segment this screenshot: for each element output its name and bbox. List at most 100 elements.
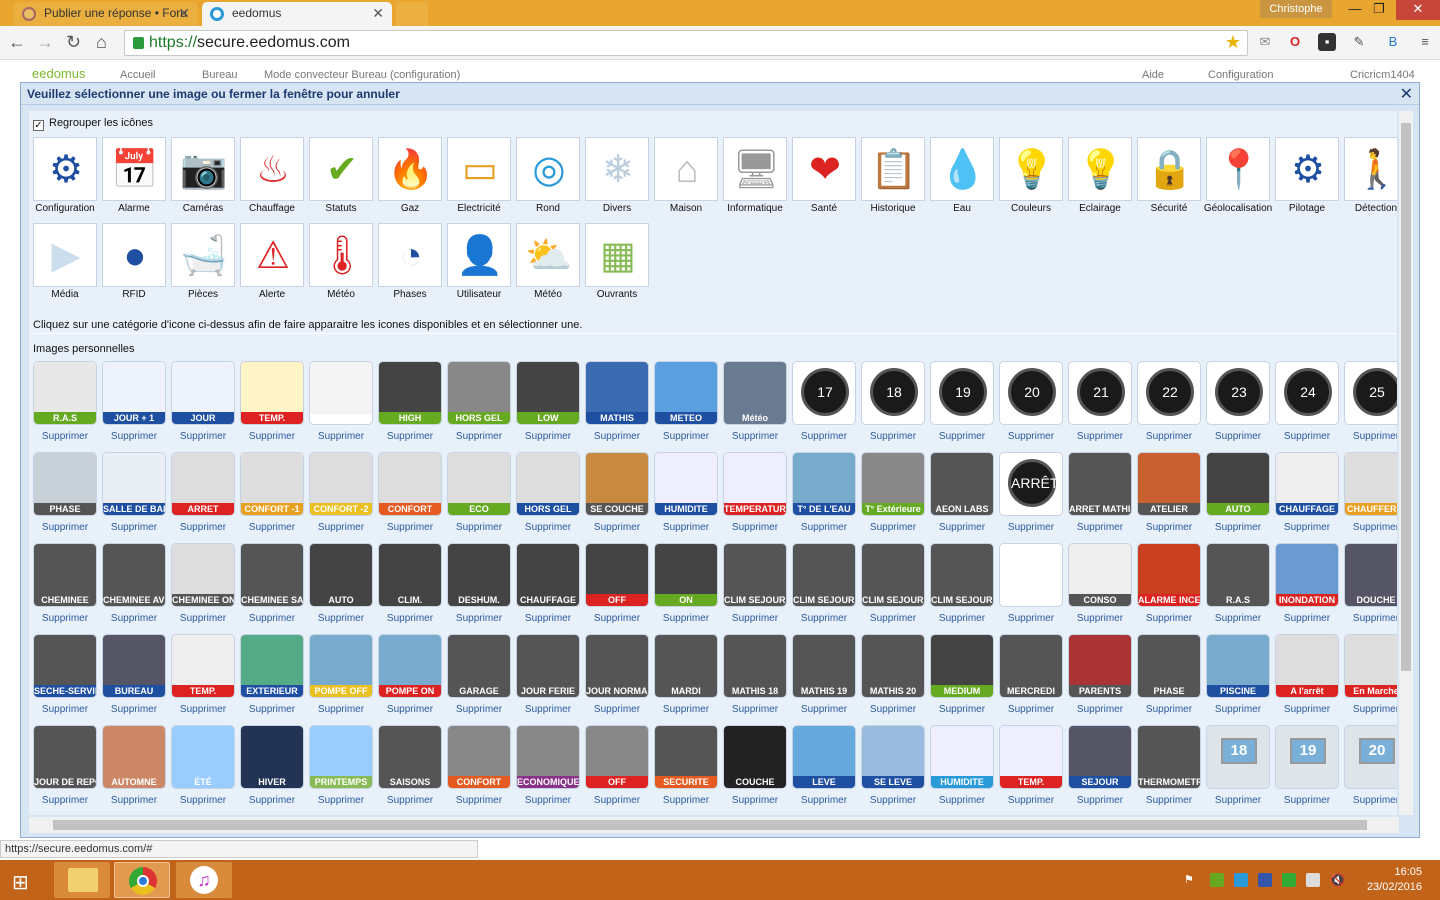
- bookmark-star-icon[interactable]: ★: [1225, 32, 1241, 53]
- delete-link[interactable]: Supprimer: [1200, 795, 1276, 806]
- personal-image[interactable]: MARDI Supprimer: [654, 634, 718, 715]
- personal-image[interactable]: MATHIS 20 Supprimer: [861, 634, 925, 715]
- category-thumbnail[interactable]: 🚶: [1344, 137, 1397, 201]
- image-tile[interactable]: ATELIER: [1137, 452, 1201, 516]
- image-tile[interactable]: HIVER: [240, 725, 304, 789]
- image-tile[interactable]: 22: [1137, 361, 1201, 425]
- category-25[interactable]: 🌡 Météo: [309, 223, 373, 303]
- image-tile[interactable]: PISCINE: [1206, 634, 1270, 698]
- category-6[interactable]: 🔥 Gaz: [378, 137, 442, 217]
- personal-image[interactable]: R.A.S Supprimer: [1206, 543, 1270, 624]
- personal-image[interactable]: En Marche Supprimer: [1344, 634, 1397, 715]
- image-tile[interactable]: 19: [1275, 725, 1339, 789]
- delete-link[interactable]: Supprimer: [579, 431, 655, 442]
- category-2[interactable]: 📅 Alarme: [102, 137, 166, 217]
- category-thumbnail[interactable]: 🌡: [309, 223, 373, 287]
- delete-link[interactable]: Supprimer: [29, 431, 103, 442]
- image-tile[interactable]: CHEMINEE SANS MATHIS: [240, 543, 304, 607]
- category-thumbnail[interactable]: ▦: [585, 223, 649, 287]
- image-tile[interactable]: TEMP.: [999, 725, 1063, 789]
- delete-link[interactable]: Supprimer: [993, 613, 1069, 624]
- image-tile[interactable]: SAISONS: [378, 725, 442, 789]
- image-tile[interactable]: 20: [999, 361, 1063, 425]
- personal-image[interactable]: R.A.S Supprimer: [33, 361, 97, 442]
- personal-image[interactable]: ATELIER Supprimer: [1137, 452, 1201, 533]
- image-tile[interactable]: AUTO: [309, 543, 373, 607]
- delete-link[interactable]: Supprimer: [1062, 795, 1138, 806]
- category-22[interactable]: ● RFID: [102, 223, 166, 303]
- personal-image[interactable]: 18 Supprimer: [1206, 725, 1270, 806]
- personal-image[interactable]: PHASE Supprimer: [1137, 634, 1201, 715]
- image-tile[interactable]: ARRET MATHIS: [1068, 452, 1132, 516]
- image-tile[interactable]: CLIM SEJOUR 22: [930, 543, 994, 607]
- delete-link[interactable]: Supprimer: [510, 431, 586, 442]
- delete-link[interactable]: Supprimer: [1062, 431, 1138, 442]
- category-thumbnail[interactable]: ⚙: [33, 137, 97, 201]
- image-tile[interactable]: MATHIS 18: [723, 634, 787, 698]
- itunes-taskbar-button[interactable]: ♫: [176, 862, 232, 898]
- personal-image[interactable]: METEO Supprimer: [654, 361, 718, 442]
- image-tile[interactable]: CHEMINEE ON: [171, 543, 235, 607]
- delete-link[interactable]: Supprimer: [1269, 431, 1345, 442]
- personal-image[interactable]: CONSO Supprimer: [1068, 543, 1132, 624]
- personal-image[interactable]: 20 Supprimer: [1344, 725, 1397, 806]
- delete-link[interactable]: Supprimer: [855, 613, 931, 624]
- delete-link[interactable]: Supprimer: [303, 795, 379, 806]
- personal-image[interactable]: ON Supprimer: [654, 543, 718, 624]
- image-tile[interactable]: TEMP.: [171, 634, 235, 698]
- category-thumbnail[interactable]: ❄: [585, 137, 649, 201]
- image-tile[interactable]: TEMPERATURE: [723, 452, 787, 516]
- image-tile[interactable]: 21: [1068, 361, 1132, 425]
- delete-link[interactable]: Supprimer: [372, 704, 448, 715]
- image-tile[interactable]: DOUCHE: [1344, 543, 1397, 607]
- delete-link[interactable]: Supprimer: [1062, 522, 1138, 533]
- delete-link[interactable]: Supprimer: [855, 704, 931, 715]
- personal-image[interactable]: HIVER Supprimer: [240, 725, 304, 806]
- personal-image[interactable]: CLIM SEJOUR 22Supprimer: [930, 543, 994, 624]
- delete-link[interactable]: Supprimer: [786, 795, 862, 806]
- image-tile[interactable]: JOUR DE REPOS: [33, 725, 97, 789]
- delete-link[interactable]: Supprimer: [1131, 704, 1207, 715]
- flag-tray-icon[interactable]: ⚑: [1184, 873, 1198, 887]
- opera-extension-icon[interactable]: O: [1286, 33, 1304, 51]
- delete-link[interactable]: Supprimer: [924, 431, 1000, 442]
- personal-image[interactable]: POMPE OFF Supprimer: [309, 634, 373, 715]
- delete-link[interactable]: Supprimer: [855, 795, 931, 806]
- image-tile[interactable]: HORS GEL: [516, 452, 580, 516]
- image-tile[interactable]: CHAUFFAGE: [1275, 452, 1339, 516]
- image-tile[interactable]: METEO: [654, 361, 718, 425]
- image-tile[interactable]: HIGH: [378, 361, 442, 425]
- category-12[interactable]: ❤ Santé: [792, 137, 856, 217]
- image-tile[interactable]: HUMIDITE: [654, 452, 718, 516]
- personal-image[interactable]: POMPE ON Supprimer: [378, 634, 442, 715]
- personal-image[interactable]: JOUR NORMAL Supprimer: [585, 634, 649, 715]
- delete-link[interactable]: Supprimer: [510, 704, 586, 715]
- category-thumbnail[interactable]: ◔: [378, 223, 442, 287]
- category-19[interactable]: ⚙ Pilotage: [1275, 137, 1339, 217]
- help-menu[interactable]: Aide: [1142, 69, 1164, 81]
- personal-image[interactable]: CLIM. Supprimer: [378, 543, 442, 624]
- category-29[interactable]: ▦ Ouvrants: [585, 223, 649, 303]
- delete-link[interactable]: Supprimer: [855, 522, 931, 533]
- image-tile[interactable]: ALARME INCENDIE: [1137, 543, 1201, 607]
- image-tile[interactable]: MERCREDI: [999, 634, 1063, 698]
- personal-image[interactable]: CONFORT Supprimer: [447, 725, 511, 806]
- personal-image[interactable]: DOUCHE Supprimer: [1344, 543, 1397, 624]
- delete-link[interactable]: Supprimer: [372, 795, 448, 806]
- delete-link[interactable]: Supprimer: [1338, 522, 1397, 533]
- delete-link[interactable]: Supprimer: [96, 795, 172, 806]
- delete-link[interactable]: Supprimer: [717, 704, 793, 715]
- delete-link[interactable]: Supprimer: [165, 431, 241, 442]
- personal-image[interactable]: CHEMINEE AVEC MATHISSupprimer: [102, 543, 166, 624]
- image-tile[interactable]: CONFORT -1: [240, 452, 304, 516]
- personal-image[interactable]: HORS GEL Supprimer: [516, 452, 580, 533]
- delete-link[interactable]: Supprimer: [717, 613, 793, 624]
- image-tile[interactable]: POMPE ON: [378, 634, 442, 698]
- dialog-close-icon[interactable]: ✕: [1400, 84, 1413, 104]
- delete-link[interactable]: Supprimer: [96, 704, 172, 715]
- category-thumbnail[interactable]: ▶: [33, 223, 97, 287]
- delete-link[interactable]: Supprimer: [717, 795, 793, 806]
- personal-image[interactable]: CHEMINEE ON Supprimer: [171, 543, 235, 624]
- image-tile[interactable]: AEON LABS: [930, 452, 994, 516]
- delete-link[interactable]: Supprimer: [372, 613, 448, 624]
